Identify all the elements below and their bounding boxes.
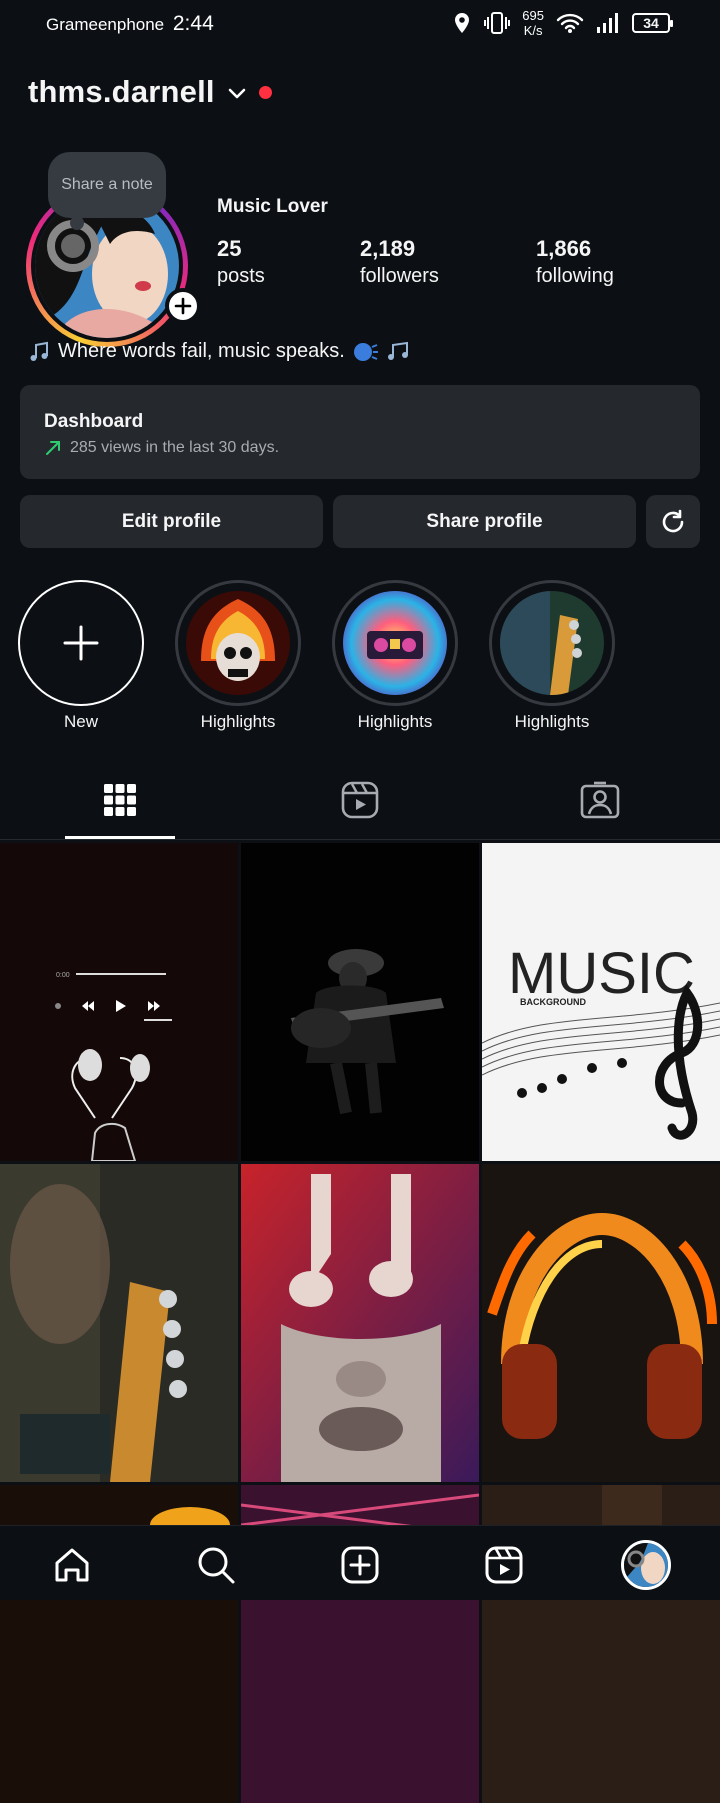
status-icons: 695 K/s 34	[452, 8, 673, 38]
active-tab-indicator	[65, 836, 175, 839]
display-name: Music Lover	[217, 196, 328, 217]
tab-tagged[interactable]	[570, 778, 630, 822]
net-speed-value: 695	[522, 8, 544, 23]
refresh-button[interactable]	[646, 495, 700, 548]
status-bar: Grameenphone 2:44 695 K/s 34	[0, 0, 720, 46]
plus-icon	[63, 625, 99, 661]
plus-icon	[174, 297, 192, 315]
highlight-new[interactable]: New	[18, 580, 144, 732]
refresh-icon	[662, 509, 684, 532]
bio: Where words fail, music speaks.	[28, 340, 411, 363]
vibrate-icon	[484, 12, 511, 34]
post-thumbnail[interactable]: 0:00	[0, 843, 238, 1161]
edit-profile-button[interactable]: Edit profile	[20, 495, 323, 548]
wifi-icon	[556, 13, 584, 33]
nav-home[interactable]	[47, 1540, 97, 1590]
dashboard-subtitle: 285 views in the last 30 days.	[44, 439, 676, 457]
search-icon	[198, 1547, 235, 1584]
stat-label: posts	[217, 265, 265, 287]
profile-header: thms.darnell	[28, 74, 272, 110]
professional-dashboard[interactable]: Dashboard 285 views in the last 30 days.	[20, 385, 700, 479]
new-highlight-circle	[18, 580, 144, 706]
highlight-cover-flaming-skull	[186, 591, 290, 695]
highlight-item[interactable]: Highlights	[332, 580, 458, 732]
post-music-subtitle: BACKGROUND	[520, 997, 586, 1007]
highlight-label: Highlights	[514, 712, 590, 731]
trend-up-icon	[46, 441, 60, 455]
location-icon	[455, 13, 470, 33]
highlight-label: Highlights	[200, 712, 276, 731]
stat-value: 2,189	[360, 236, 416, 261]
stat-following[interactable]: 1,866 following	[536, 236, 614, 288]
share-profile-button[interactable]: Share profile	[333, 495, 636, 548]
profile-avatar-small	[621, 1540, 671, 1590]
post-thumbnail[interactable]	[482, 1164, 720, 1482]
bio-text: Where words fail, music speaks.	[58, 340, 345, 362]
net-speed-unit: K/s	[523, 23, 543, 38]
highlight-label: Highlights	[357, 712, 433, 731]
carrier-info: Grameenphone 2:44	[46, 12, 214, 36]
music-notes-icon	[387, 341, 408, 360]
post-thumbnail[interactable]	[0, 1164, 238, 1482]
tab-reels[interactable]	[330, 778, 390, 822]
username[interactable]: thms.darnell	[28, 74, 215, 110]
stat-value: 25	[217, 236, 242, 261]
home-icon	[55, 1548, 89, 1582]
posts-grid: 0:00 MUSIC BACKGROUND	[0, 843, 720, 1803]
nav-profile[interactable]	[621, 1540, 671, 1590]
highlight-cover-guitar-headstock	[500, 591, 604, 695]
nav-create[interactable]	[335, 1540, 385, 1590]
clock: 2:44	[172, 12, 214, 35]
dashboard-title: Dashboard	[44, 411, 144, 432]
notification-dot	[258, 85, 272, 99]
stat-label: followers	[360, 265, 439, 287]
highlight-label: New	[63, 712, 98, 731]
share-note-bubble[interactable]: Share a note	[48, 152, 166, 230]
post-thumbnail[interactable]: MUSIC BACKGROUND	[482, 843, 720, 1161]
profile-tabs	[0, 770, 720, 840]
grid-icon	[104, 784, 136, 816]
stat-posts[interactable]: 25 posts	[217, 236, 265, 288]
highlight-cover-boombox	[343, 591, 447, 695]
nav-search[interactable]	[191, 1540, 241, 1590]
tab-posts-grid[interactable]	[90, 778, 150, 822]
battery-indicator: 34	[632, 13, 673, 33]
create-post-icon	[341, 1546, 379, 1584]
post-thumbnail[interactable]	[241, 843, 479, 1161]
speaking-head-icon	[353, 342, 378, 361]
post-thumbnail[interactable]	[241, 1164, 479, 1482]
chevron-down-icon[interactable]	[227, 87, 247, 101]
highlight-item[interactable]: Highlights	[175, 580, 301, 732]
stat-value: 1,866	[536, 236, 592, 261]
add-story-button[interactable]	[165, 288, 201, 324]
svg-text:0:00: 0:00	[56, 972, 70, 979]
tagged-person-icon	[580, 781, 620, 819]
reels-icon	[341, 781, 379, 819]
music-note-icon	[30, 341, 48, 361]
stat-followers[interactable]: 2,189 followers	[360, 236, 439, 288]
network-speed: 695 K/s	[522, 8, 544, 38]
carrier-name: Grameenphone	[46, 15, 165, 34]
highlight-item[interactable]: Highlights	[489, 580, 615, 732]
nav-reels[interactable]	[479, 1540, 529, 1590]
bottom-navigation	[0, 1525, 720, 1600]
stat-label: following	[536, 265, 614, 287]
reels-icon	[485, 1546, 523, 1584]
signal-icon	[597, 13, 618, 33]
dashboard-views-text: 285 views in the last 30 days.	[70, 439, 280, 456]
